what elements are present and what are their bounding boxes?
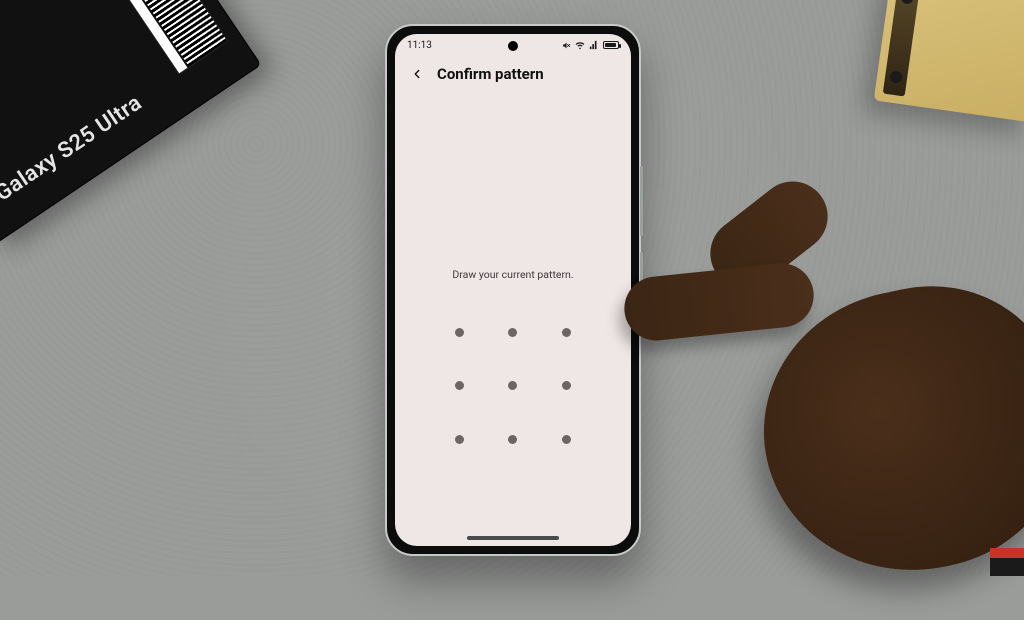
hinge-icon — [883, 0, 921, 96]
pattern-input-grid[interactable] — [433, 306, 593, 466]
app-header: Confirm pattern — [395, 58, 631, 90]
product-box-title: Galaxy S25 Ultra — [0, 90, 147, 206]
camera-punch-hole — [508, 41, 518, 51]
mute-icon — [562, 41, 571, 50]
phone-device-frame: 11:13 Confirm pattern — [385, 24, 641, 556]
watermark-chip — [990, 548, 1024, 576]
signal-icon — [589, 40, 599, 50]
pattern-dot-5[interactable] — [508, 381, 517, 390]
barcode-label — [45, 0, 229, 75]
home-indicator[interactable] — [467, 536, 559, 540]
back-button[interactable] — [407, 64, 427, 84]
product-retail-box: Galaxy S25 Ultra — [0, 0, 262, 244]
phone-screen: 11:13 Confirm pattern — [395, 34, 631, 546]
pattern-dot-7[interactable] — [455, 435, 464, 444]
instruction-text: Draw your current pattern. — [395, 268, 631, 281]
status-time: 11:13 — [407, 40, 432, 51]
wifi-icon — [575, 40, 585, 50]
pattern-dot-2[interactable] — [508, 328, 517, 337]
wooden-block-prop — [874, 0, 1024, 123]
pattern-dot-3[interactable] — [562, 328, 571, 337]
chevron-left-icon — [410, 67, 424, 81]
battery-fill — [605, 43, 616, 47]
pattern-dot-8[interactable] — [508, 435, 517, 444]
battery-icon — [603, 41, 619, 49]
pattern-dot-1[interactable] — [455, 328, 464, 337]
pattern-dot-6[interactable] — [562, 381, 571, 390]
page-title: Confirm pattern — [437, 65, 544, 83]
pattern-dot-4[interactable] — [455, 381, 464, 390]
pattern-dot-9[interactable] — [562, 435, 571, 444]
